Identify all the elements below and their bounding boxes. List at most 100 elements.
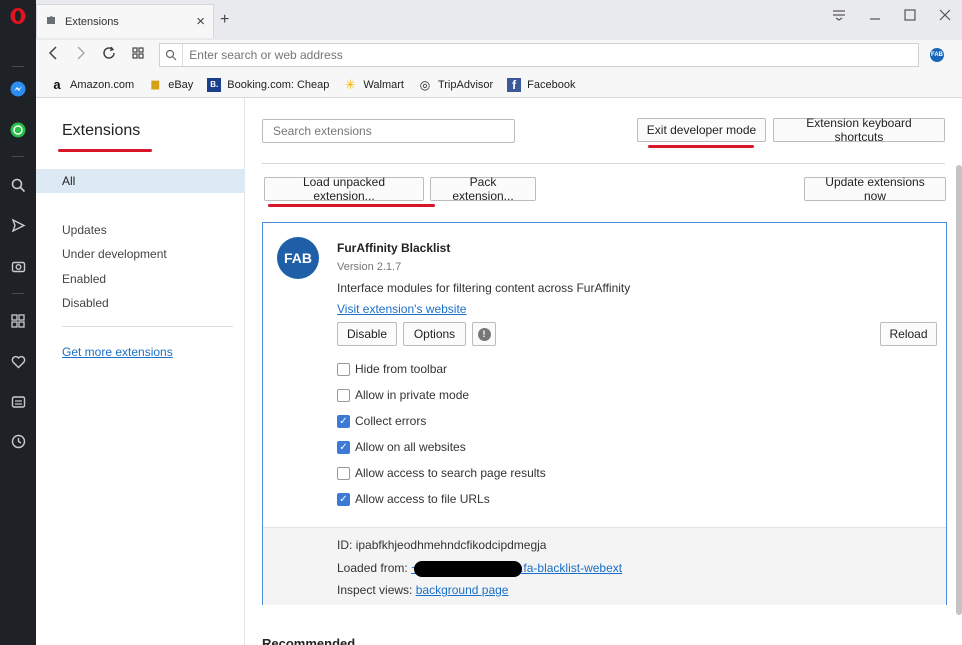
extension-id: ID: ipabfkhjeodhmehndcfikodcipdmegja — [337, 538, 546, 552]
send-icon[interactable] — [8, 215, 28, 235]
booking-icon: B. — [207, 77, 222, 92]
heart-icon[interactable] — [8, 352, 28, 372]
sidebar-divider — [12, 156, 24, 157]
load-unpacked-button[interactable]: Load unpacked extension... — [264, 175, 424, 203]
checkbox[interactable] — [337, 466, 350, 480]
bookmark-ebay[interactable]: ▆ eBay — [148, 78, 193, 92]
option-collect-errors[interactable]: ✓ Collect errors — [337, 414, 426, 428]
bookmark-facebook[interactable]: f Facebook — [507, 77, 575, 92]
sidebar-divider — [12, 66, 24, 67]
pack-extension-button[interactable]: Pack extension... — [430, 175, 536, 203]
extensions-sidebar: Extensions All Updates Under development… — [36, 98, 245, 645]
option-label: Allow in private mode — [355, 388, 470, 402]
bookmark-label: Walmart — [363, 78, 404, 91]
page-scrollbar[interactable] — [956, 165, 962, 615]
checkbox[interactable] — [337, 362, 350, 376]
toolbar-divider — [262, 163, 945, 164]
option-file-urls[interactable]: ✓ Allow access to file URLs — [337, 492, 490, 506]
grid-icon[interactable] — [132, 46, 144, 63]
inspect-views-label: Inspect views: — [337, 583, 413, 597]
id-value: ipabfkhjeodhmehndcfikodcipdmegja — [355, 538, 547, 552]
exit-developer-mode-button[interactable]: Exit developer mode — [637, 118, 766, 142]
easy-setup-icon[interactable] — [832, 8, 846, 25]
bookmark-amazon[interactable]: a Amazon.com — [50, 77, 135, 92]
reload-button[interactable]: Reload — [880, 322, 937, 346]
recommended-heading: Recommended — [262, 636, 356, 645]
address-field[interactable] — [159, 43, 919, 67]
checkbox-checked[interactable]: ✓ — [337, 440, 350, 454]
warning-icon: ! — [477, 327, 491, 341]
tab-title: Extensions — [65, 15, 119, 28]
search-icon[interactable] — [8, 175, 28, 195]
loaded-from: Loaded from: ~.fa-blacklist-webext — [337, 561, 622, 577]
opera-logo-icon[interactable] — [8, 6, 28, 26]
sidebar-item-disabled[interactable]: Disabled — [62, 296, 109, 310]
extension-info-panel: ID: ipabfkhjeodhmehndcfikodcipdmegja Loa… — [263, 527, 946, 605]
sidebar-item-updates[interactable]: Updates — [62, 223, 107, 237]
maximize-icon[interactable] — [904, 8, 916, 25]
option-label: Allow on all websites — [355, 440, 466, 454]
bookmark-walmart[interactable]: ✳ Walmart — [343, 76, 404, 92]
bookmark-tripadvisor[interactable]: ◎ TripAdvisor — [418, 78, 493, 92]
get-more-extensions-link[interactable]: Get more extensions — [62, 345, 173, 359]
redaction-mark — [414, 561, 523, 577]
facebook-icon: f — [507, 77, 522, 92]
checkbox-checked[interactable]: ✓ — [337, 414, 350, 428]
back-icon[interactable] — [48, 46, 58, 64]
loaded-from-path-link[interactable]: ~.fa-blacklist-webext — [411, 561, 623, 577]
option-search-page-results[interactable]: Allow access to search page results — [337, 466, 546, 480]
option-label: Allow access to search page results — [355, 466, 546, 480]
search-icon — [160, 44, 184, 66]
messenger-icon[interactable] — [8, 79, 28, 99]
options-button[interactable]: Options — [403, 322, 466, 346]
extension-description: Interface modules for filtering content … — [337, 281, 631, 295]
background-page-link[interactable]: background page — [416, 583, 509, 597]
new-tab-button[interactable]: + — [220, 11, 229, 29]
page-title: Extensions — [62, 122, 141, 139]
reload-icon[interactable] — [102, 46, 116, 64]
minimize-icon[interactable] — [869, 8, 881, 25]
disable-button[interactable]: Disable — [337, 322, 397, 346]
extension-website-link[interactable]: Visit extension's website — [337, 302, 466, 316]
window-close-icon[interactable] — [939, 8, 951, 25]
bookmark-label: Booking.com: Cheap — [227, 78, 330, 91]
extension-card: FAB FurAffinity Blacklist Version 2.1.7 … — [262, 222, 947, 605]
checkbox-checked[interactable]: ✓ — [337, 492, 350, 506]
errors-button[interactable]: ! — [472, 322, 496, 346]
keyboard-shortcuts-button[interactable]: Extension keyboard shortcuts — [773, 116, 945, 144]
close-tab-icon[interactable]: × — [196, 13, 205, 30]
tripadvisor-icon: ◎ — [419, 77, 431, 92]
option-allow-all-websites[interactable]: ✓ Allow on all websites — [337, 440, 466, 454]
sidebar-item-under-development[interactable]: Under development — [62, 247, 167, 261]
option-label: Hide from toolbar — [355, 362, 448, 376]
option-allow-private-mode[interactable]: Allow in private mode — [337, 388, 469, 402]
checkbox[interactable] — [337, 388, 350, 402]
option-label: Allow access to file URLs — [355, 492, 490, 506]
tab-extensions[interactable]: Extensions × — [36, 4, 214, 38]
history-icon[interactable] — [8, 431, 28, 451]
bookmark-booking[interactable]: B. Booking.com: Cheap — [207, 77, 330, 92]
amazon-icon: a — [53, 77, 61, 92]
update-extensions-button[interactable]: Update extensions now — [804, 175, 946, 203]
red-annotation-underline — [648, 145, 754, 148]
extensions-main: Search extensions Exit developer mode Ex… — [246, 98, 962, 645]
option-hide-from-toolbar[interactable]: Hide from toolbar — [337, 362, 447, 376]
camera-icon[interactable] — [8, 256, 28, 276]
news-icon[interactable] — [8, 392, 28, 412]
extension-logo-icon: FAB — [277, 237, 319, 279]
sidebar-divider — [62, 326, 233, 327]
sidebar-item-all[interactable]: All — [36, 169, 245, 193]
path-suffix: .fa-blacklist-webext — [520, 561, 623, 576]
extension-name: FurAffinity Blacklist — [337, 241, 451, 255]
forward-icon[interactable] — [76, 46, 86, 64]
sidebar-item-enabled[interactable]: Enabled — [62, 272, 106, 286]
bookmark-label: Amazon.com — [70, 78, 135, 91]
address-input[interactable] — [183, 48, 918, 62]
walmart-icon: ✳ — [344, 76, 356, 92]
extension-badge-icon[interactable]: FAB — [930, 48, 944, 62]
bookmark-label: TripAdvisor — [437, 78, 494, 91]
id-label: ID: — [337, 538, 353, 552]
search-extensions-input[interactable]: Search extensions — [262, 119, 515, 143]
whatsapp-icon[interactable] — [8, 120, 28, 140]
speed-dial-icon[interactable] — [8, 311, 28, 331]
